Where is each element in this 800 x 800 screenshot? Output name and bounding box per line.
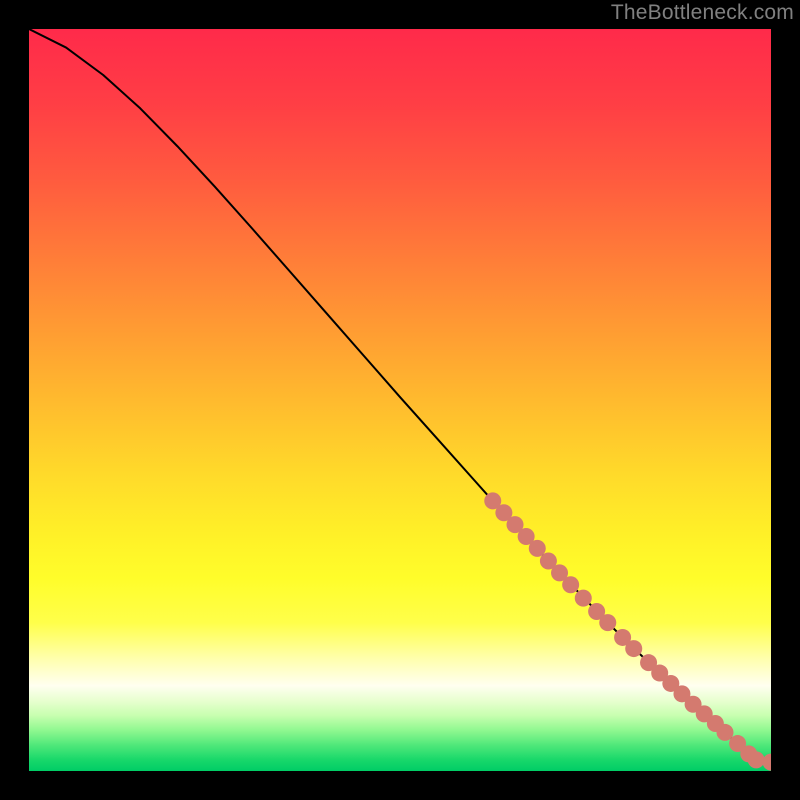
marker-point (625, 640, 642, 657)
plot-svg (29, 29, 771, 771)
marker-point (599, 614, 616, 631)
gradient-background (29, 29, 771, 771)
attribution-label: TheBottleneck.com (611, 1, 794, 25)
marker-point (748, 751, 765, 768)
marker-point (575, 590, 592, 607)
marker-point (562, 576, 579, 593)
chart-stage: TheBottleneck.com (0, 0, 800, 800)
plot-area (29, 29, 771, 771)
